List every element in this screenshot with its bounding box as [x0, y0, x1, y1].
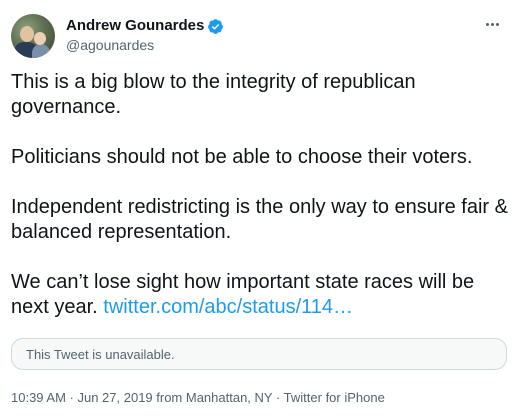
tweet-header: Andrew Gounardes @agounardes [11, 11, 505, 59]
avatar[interactable] [11, 14, 55, 58]
verified-badge-icon [207, 18, 224, 35]
more-options-icon[interactable] [481, 15, 503, 33]
author-display-name[interactable]: Andrew Gounardes [66, 17, 204, 35]
tweet-paragraph-last: We can’t lose sight how important state … [11, 270, 511, 320]
tweet-metadata[interactable]: 10:39 AM · Jun 27, 2019 from Manhattan, … [11, 390, 385, 406]
tweet-paragraph: Politicians should not be able to choose… [11, 146, 473, 168]
tweet-paragraph: This is a big blow to the integrity of r… [11, 71, 416, 118]
unavailable-notice: This Tweet is unavailable. [26, 347, 175, 362]
quoted-tweet-unavailable: This Tweet is unavailable. [11, 338, 507, 370]
tweet-text: This is a big blow to the integrity of r… [11, 70, 511, 320]
author-handle[interactable]: @agounardes [66, 36, 154, 54]
tweet-link[interactable]: twitter.com/abc/status/114… [103, 296, 353, 318]
author-name-row[interactable]: Andrew Gounardes [66, 17, 224, 35]
tweet-paragraph: Independent redistricting is the only wa… [11, 196, 508, 243]
